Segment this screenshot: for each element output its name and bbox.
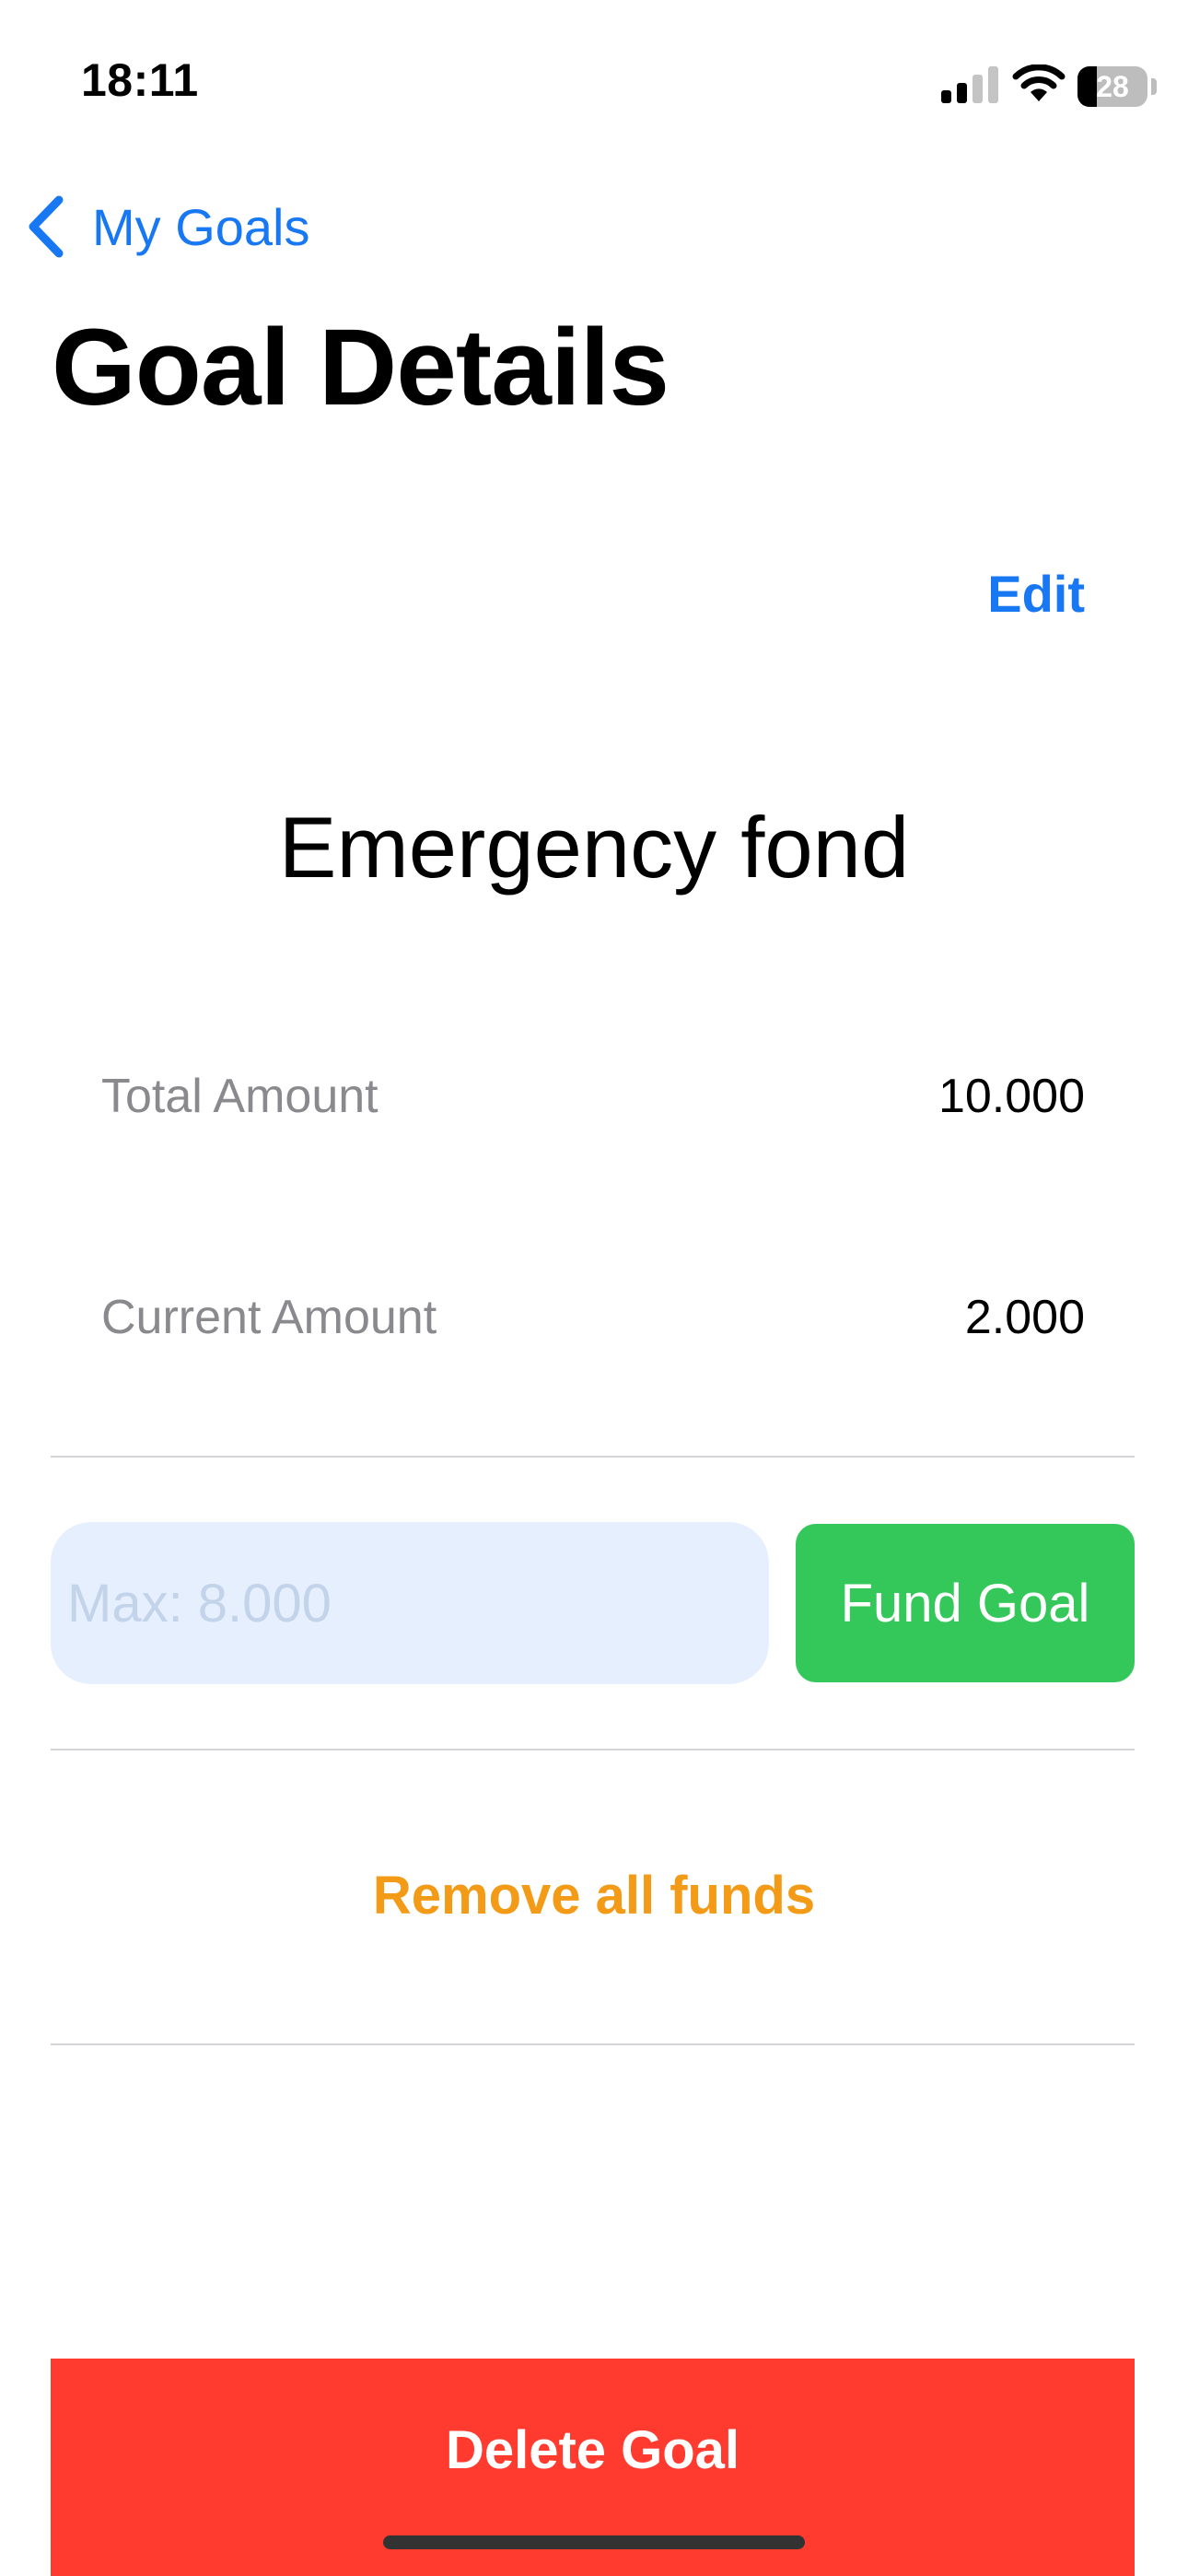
home-indicator[interactable] xyxy=(383,2535,805,2549)
total-amount-row: Total Amount 10.000 xyxy=(101,1069,1085,1124)
wifi-icon xyxy=(1012,64,1066,101)
signal-bar xyxy=(957,83,967,103)
goal-name: Emergency fond xyxy=(278,799,910,896)
fund-amount-input[interactable]: Max: 8.000 xyxy=(51,1522,769,1684)
fund-goal-button[interactable]: Fund Goal xyxy=(796,1524,1135,1682)
current-amount-row: Current Amount 2.000 xyxy=(101,1290,1085,1345)
current-amount-value: 2.000 xyxy=(964,1291,1085,1344)
total-amount-value: 10.000 xyxy=(938,1070,1085,1123)
battery-icon: 28 xyxy=(1077,66,1147,107)
back-label: My Goals xyxy=(92,197,310,256)
total-amount-label: Total Amount xyxy=(101,1070,379,1123)
current-amount-label: Current Amount xyxy=(101,1291,437,1344)
battery-level: 28 xyxy=(1096,70,1129,103)
back-button[interactable]: My Goals xyxy=(24,190,310,263)
signal-bar xyxy=(973,75,983,103)
delete-goal-label: Delete Goal xyxy=(445,2420,740,2480)
battery-tip xyxy=(1151,78,1157,95)
divider xyxy=(51,1749,1135,1751)
signal-bar xyxy=(988,66,998,103)
page-title: Goal Details xyxy=(52,307,670,428)
divider xyxy=(51,1456,1135,1458)
edit-button[interactable]: Edit xyxy=(987,564,1085,624)
chevron-left-icon xyxy=(29,195,64,258)
divider xyxy=(51,2043,1135,2045)
fund-amount-placeholder: Max: 8.000 xyxy=(67,1573,332,1633)
cellular-signal-icon xyxy=(941,66,998,103)
remove-all-funds-button[interactable]: Remove all funds xyxy=(0,1865,1188,1926)
status-time: 18:11 xyxy=(81,54,199,106)
signal-bar xyxy=(941,90,951,103)
